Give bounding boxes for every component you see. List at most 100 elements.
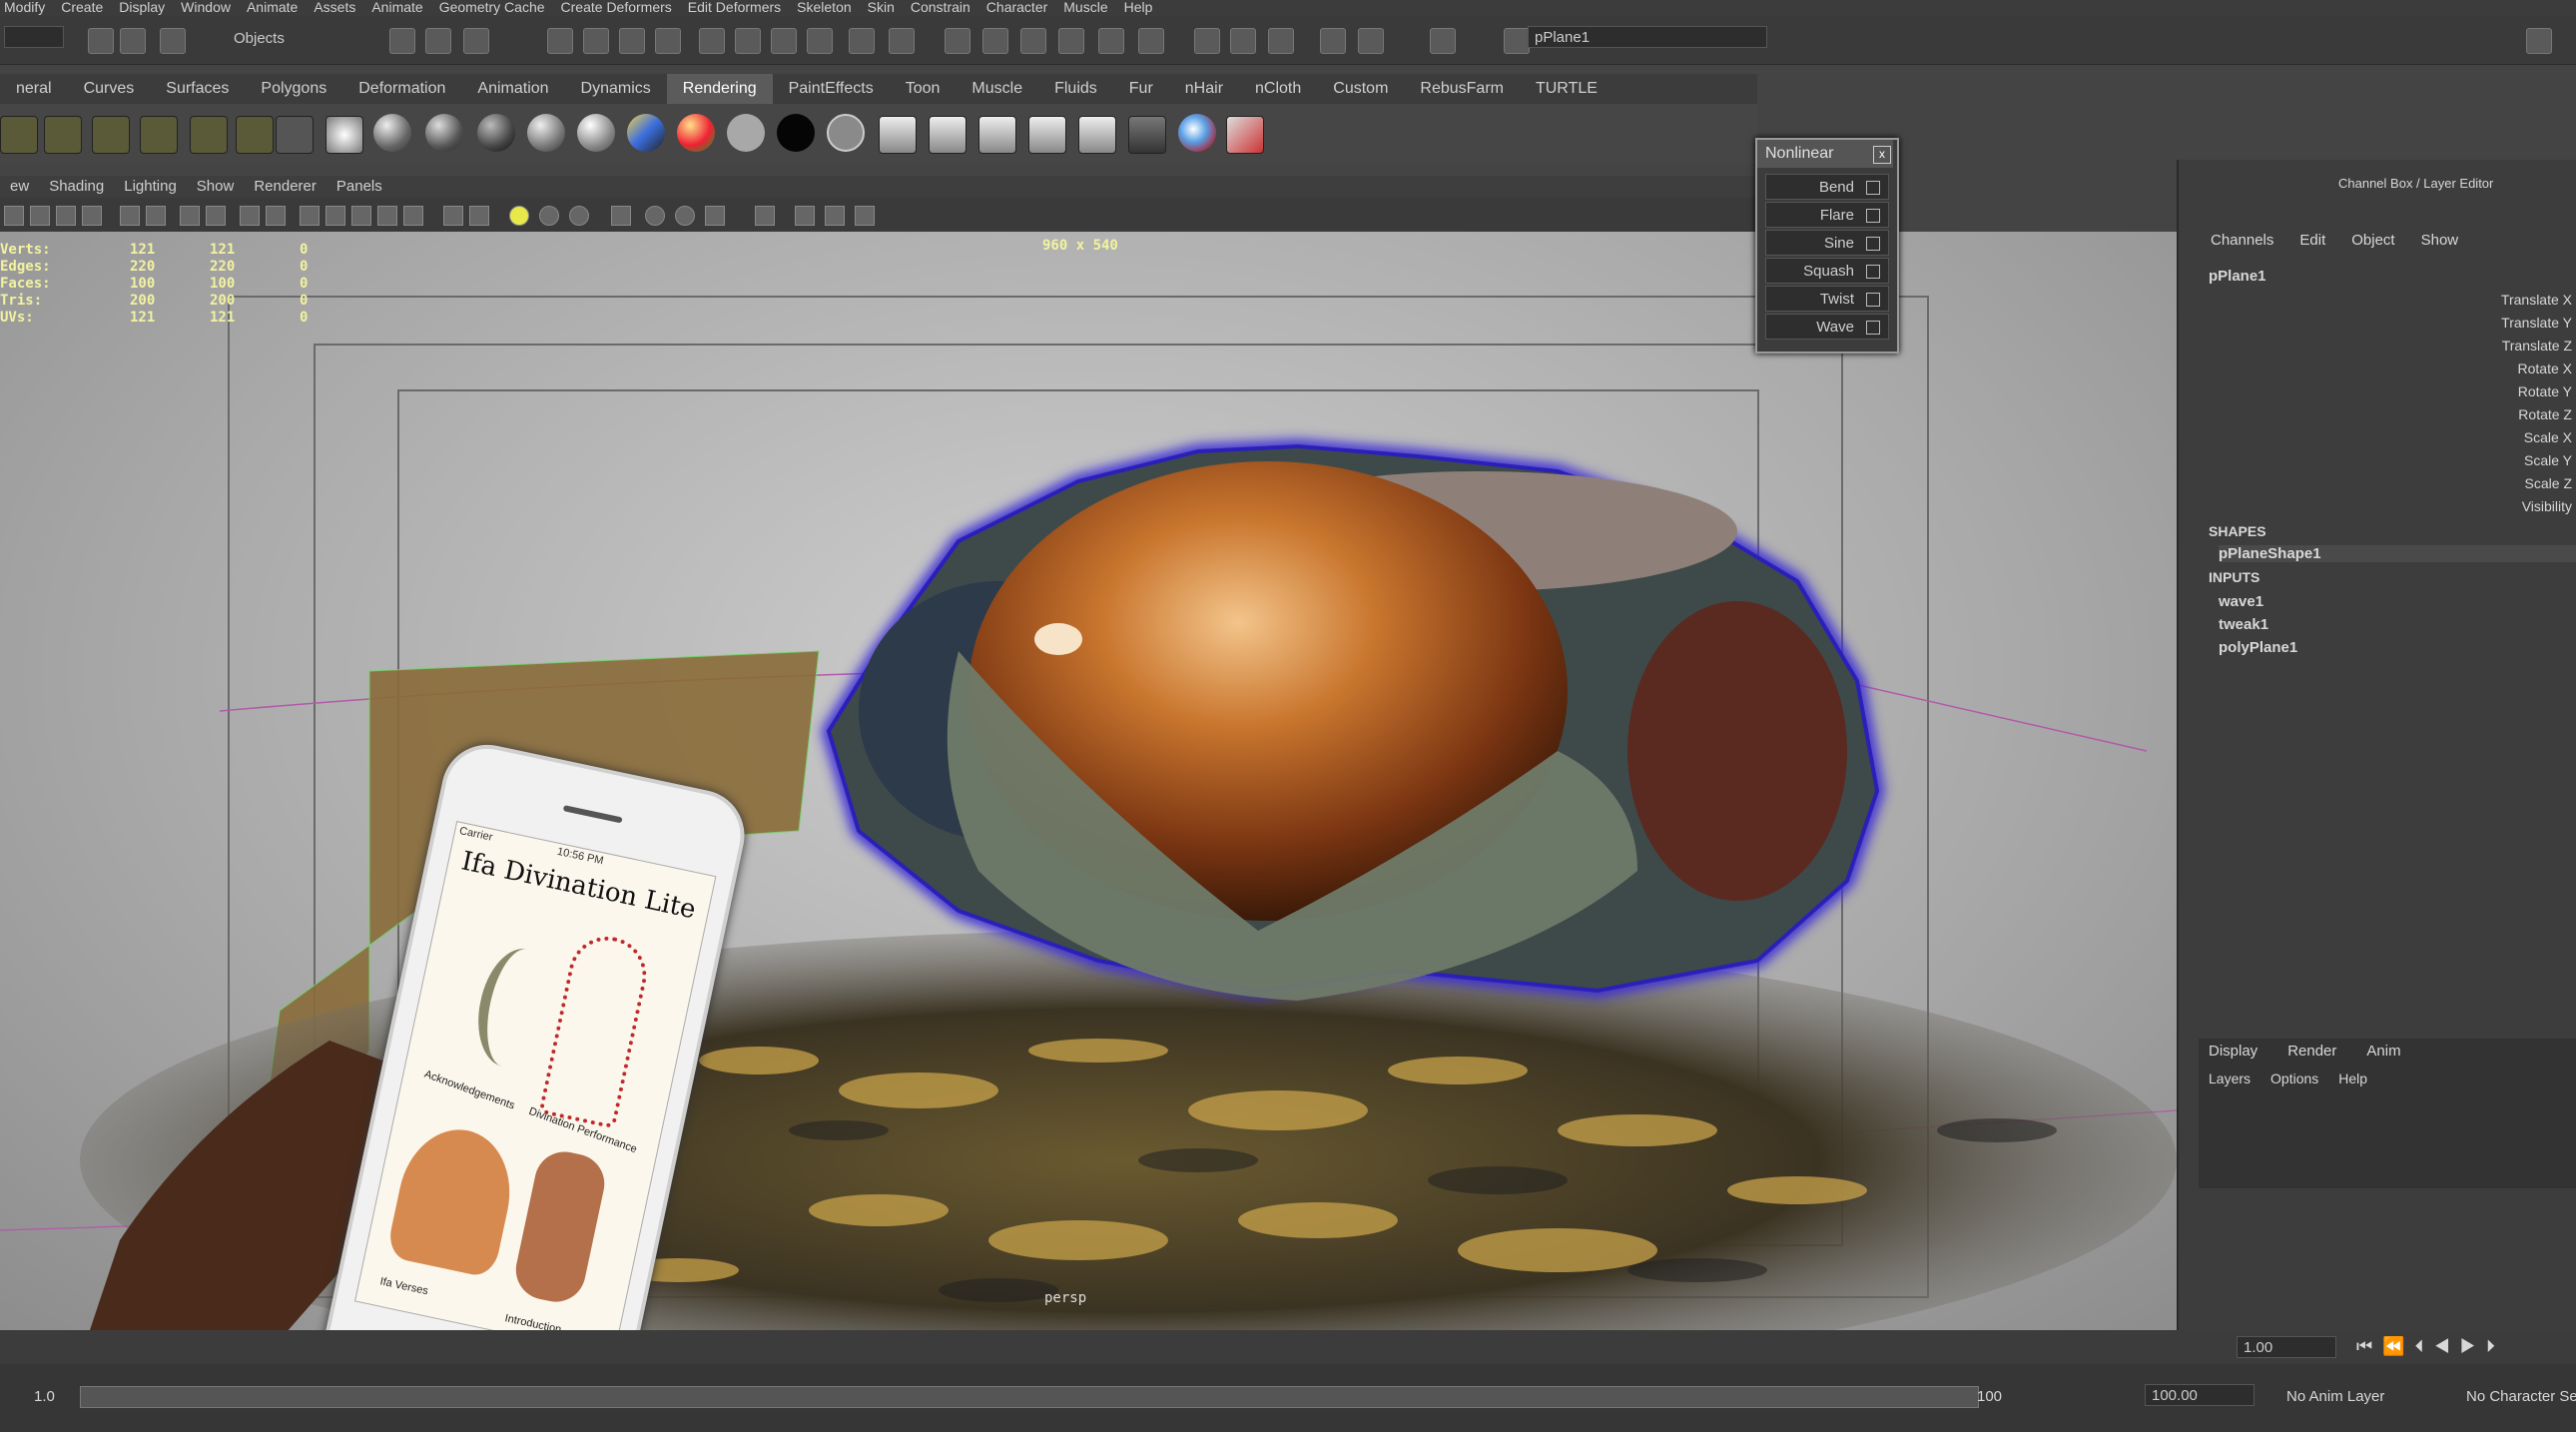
shelf-tab[interactable]: nCloth	[1239, 74, 1317, 104]
range-bar[interactable]	[80, 1386, 1979, 1408]
camera-select-icon[interactable]	[4, 206, 24, 226]
render-icon[interactable]	[1194, 28, 1220, 54]
history-icon[interactable]	[699, 28, 725, 54]
nonlinear-item-wave[interactable]: Wave	[1765, 314, 1889, 340]
layer-tab[interactable]: Render	[2287, 1043, 2336, 1060]
shelf-tab[interactable]: Curves	[68, 74, 151, 104]
construction-icon[interactable]	[735, 28, 761, 54]
menu-item[interactable]: Skin	[868, 0, 895, 14]
shelf-tab[interactable]: Fur	[1113, 74, 1169, 104]
step-back-icon[interactable]: ⏪	[2382, 1336, 2404, 1356]
shader-phong-icon[interactable]	[425, 114, 463, 152]
menu-item[interactable]: Animate	[371, 0, 422, 14]
batch-render-icon[interactable]	[978, 116, 1016, 154]
shadows-icon[interactable]	[611, 206, 631, 226]
ipr-render-icon[interactable]	[1230, 28, 1256, 54]
input-mode-icon[interactable]	[1504, 28, 1530, 54]
current-frame-field[interactable]: 1.00	[2237, 1336, 2336, 1358]
shader-layered-icon[interactable]	[677, 114, 715, 152]
channel-attribute[interactable]: Scale X	[2524, 429, 2572, 445]
share-icon[interactable]	[855, 206, 875, 226]
shader-phonge-icon[interactable]	[477, 114, 515, 152]
panel-menu-item[interactable]: Lighting	[114, 176, 187, 198]
layer-menu-item[interactable]: Options	[2270, 1071, 2318, 1086]
texture-icon[interactable]	[403, 206, 423, 226]
input-node[interactable]: tweak1	[2219, 616, 2268, 633]
phone-label-introduction[interactable]: Introduction	[504, 1312, 563, 1330]
hud-icon[interactable]	[825, 206, 845, 226]
input-node[interactable]: polyPlane1	[2219, 639, 2297, 656]
depth-of-field-icon[interactable]	[755, 206, 775, 226]
ik-icon[interactable]	[889, 28, 915, 54]
channel-attribute[interactable]: Translate Y	[2501, 315, 2572, 331]
anim-end-field[interactable]: 100.00	[2145, 1384, 2254, 1406]
channel-attribute[interactable]: Rotate X	[2518, 360, 2572, 376]
option-box-icon[interactable]	[1866, 209, 1880, 223]
phone-label-verses[interactable]: Ifa Verses	[378, 1275, 428, 1297]
safe-title-icon[interactable]	[266, 206, 286, 226]
menu-item[interactable]: Modify	[4, 0, 45, 14]
channel-box-menu-item[interactable]: Object	[2351, 232, 2394, 249]
snap-grid-icon[interactable]	[547, 28, 573, 54]
smooth-shade-icon[interactable]	[325, 206, 345, 226]
magnet4-icon[interactable]	[1098, 28, 1124, 54]
render-view-icon[interactable]	[1320, 28, 1346, 54]
channel-attribute[interactable]: Rotate Z	[2518, 406, 2572, 422]
phone-label-acknowledgements[interactable]: Acknowledgements	[422, 1069, 516, 1112]
light-linker-icon[interactable]	[276, 116, 314, 154]
light-volume-icon[interactable]	[190, 116, 228, 154]
shader-surface-icon[interactable]	[577, 114, 615, 152]
stereo-icon[interactable]	[795, 206, 815, 226]
menu-item[interactable]: Assets	[314, 0, 355, 14]
channel-attribute[interactable]: Scale Z	[2525, 475, 2572, 491]
light-point-icon[interactable]	[92, 116, 130, 154]
light-area-icon[interactable]	[44, 116, 82, 154]
shelf-tab[interactable]: Muscle	[956, 74, 1038, 104]
layer-tab[interactable]: Anim	[2366, 1043, 2400, 1060]
joint-icon[interactable]	[945, 28, 970, 54]
option-box-icon[interactable]	[1866, 181, 1880, 195]
layer-menu-item[interactable]: Help	[2338, 1071, 2367, 1086]
paint-brush-icon[interactable]	[1226, 116, 1264, 154]
anti-alias-icon[interactable]	[705, 206, 725, 226]
channel-box-menu-item[interactable]: Edit	[2299, 232, 2325, 249]
panel-menu-item[interactable]: Panels	[326, 176, 392, 198]
input-output-icon[interactable]	[771, 28, 797, 54]
isolate-icon[interactable]	[443, 206, 463, 226]
option-box-icon[interactable]	[1866, 293, 1880, 307]
ssao-icon[interactable]	[645, 206, 665, 226]
layer-menu-item[interactable]: Layers	[2209, 1071, 2251, 1086]
hypershade-icon[interactable]	[1358, 28, 1384, 54]
snap-point-icon[interactable]	[619, 28, 645, 54]
menu-item[interactable]: Help	[1124, 0, 1153, 14]
shelf-tab[interactable]: Rendering	[666, 74, 773, 104]
shader-black-icon[interactable]	[777, 114, 815, 152]
selection-mode-label[interactable]: Objects	[228, 28, 347, 50]
anim-layer-dropdown[interactable]: No Anim Layer	[2286, 1388, 2384, 1405]
panel-menu-item[interactable]: ew	[0, 176, 39, 198]
option-box-icon[interactable]	[1866, 237, 1880, 251]
time-slider[interactable]: 1.00 ⏮ ⏪ ⏴ ◀ ▶ ⏵	[0, 1330, 2576, 1364]
shelf-tab[interactable]: Custom	[1317, 74, 1404, 104]
ipr-icon[interactable]	[929, 116, 966, 154]
close-icon[interactable]: x	[1873, 146, 1891, 164]
hypershade-shelf-icon[interactable]	[1078, 116, 1116, 154]
shelf-tab[interactable]: TURTLE	[1520, 74, 1613, 104]
nonlinear-item-flare[interactable]: Flare	[1765, 202, 1889, 228]
gate-mask-icon[interactable]	[206, 206, 226, 226]
shelf-tab[interactable]: PaintEffects	[773, 74, 890, 104]
shader-use-background-icon[interactable]	[827, 114, 865, 152]
light-directional-icon[interactable]	[140, 116, 178, 154]
channel-attribute[interactable]: Rotate Y	[2518, 383, 2572, 399]
panel-menu-item[interactable]: Shading	[39, 176, 114, 198]
render-settings-icon[interactable]	[1268, 28, 1294, 54]
nonlinear-item-bend[interactable]: Bend	[1765, 174, 1889, 200]
open-scene-icon[interactable]	[120, 28, 146, 54]
shader-blinn-icon[interactable]	[373, 114, 411, 152]
select-object-icon[interactable]	[425, 28, 451, 54]
select-hierarchy-icon[interactable]	[389, 28, 415, 54]
shader-gray-icon[interactable]	[727, 114, 765, 152]
grid-icon[interactable]	[120, 206, 140, 226]
attribute-editor-icon[interactable]	[1430, 28, 1456, 54]
menu-item[interactable]: Create	[61, 0, 103, 14]
